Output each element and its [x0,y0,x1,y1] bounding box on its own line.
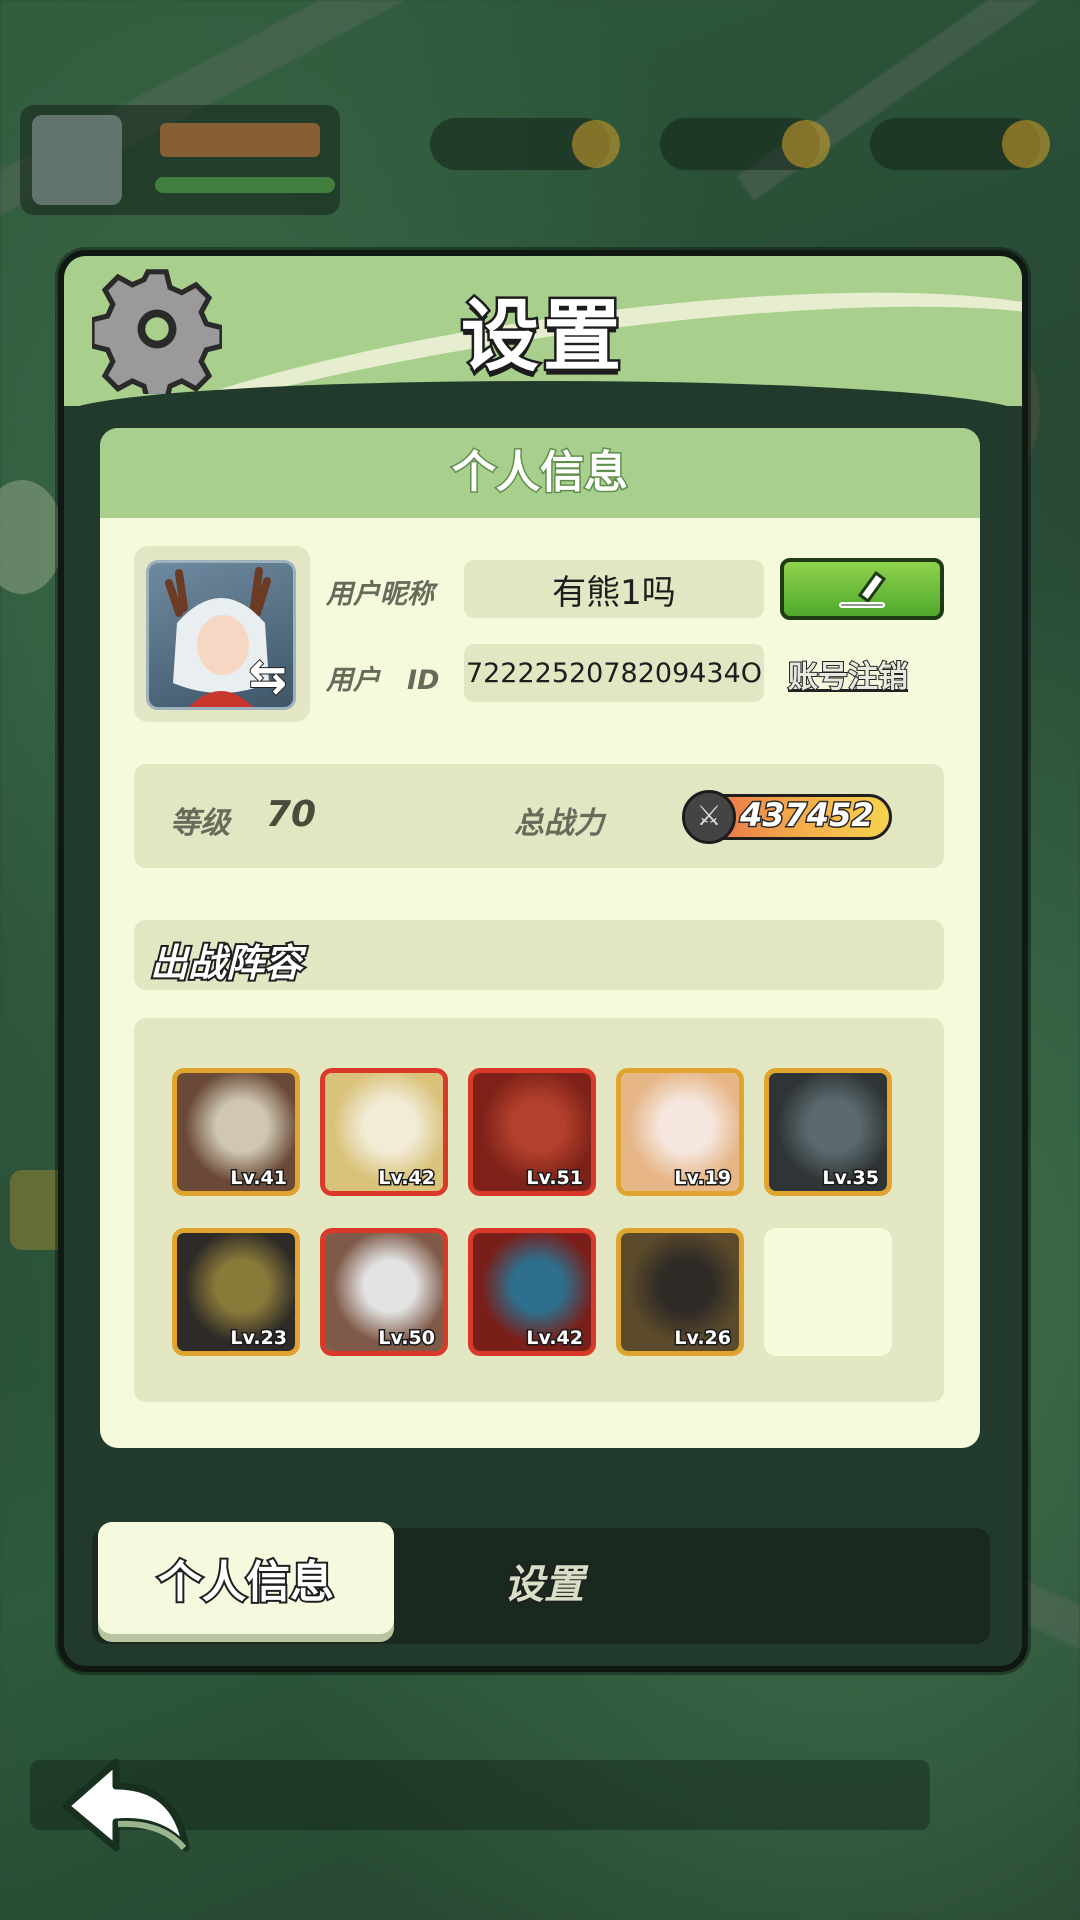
stats-bar: 等级 70 总战力 ⚔ 437452 [134,764,944,868]
hero-slot[interactable]: Lv.35 [764,1068,892,1196]
hero-slot[interactable]: Lv.51 [468,1068,596,1196]
modal-title: 设置 [458,290,625,385]
back-arrow-icon[interactable] [58,1752,194,1862]
hero-slot[interactable]: Lv.50 [320,1228,448,1356]
tab-profile[interactable]: 个人信息 [98,1522,394,1634]
modal-header: 设置 [64,256,1022,406]
resource-bar-gems [660,118,830,170]
user-id-label: 用户 ID [326,665,440,696]
swap-avatar-icon[interactable]: ⇆ [247,648,288,704]
hero-slot[interactable]: Lv.42 [468,1228,596,1356]
lineup-grid: Lv.41 Lv.42 Lv.51 Lv.19 Lv.35 Lv.23 Lv.50 Lv.42… [134,1018,944,1402]
hero-level: Lv.50 [377,1326,437,1351]
resource-bar-gold [870,118,1050,170]
hero-level: Lv.42 [377,1166,437,1191]
hero-slot[interactable]: Lv.41 [172,1068,300,1196]
edit-nickname-button[interactable] [780,558,944,620]
hero-level: Lv.42 [525,1326,585,1351]
player-info-bar[interactable] [20,105,340,215]
level-value: 70 [266,794,317,835]
hero-slot[interactable]: Lv.42 [320,1068,448,1196]
avatar[interactable]: ⇆ [146,560,296,710]
resource-bar-stamina [430,118,620,170]
lineup-title: 出战阵容 [148,939,304,987]
hero-level: Lv.35 [821,1166,881,1191]
hero-slot[interactable]: Lv.19 [616,1068,744,1196]
level-label: 等级 [170,806,230,841]
empty-hero-slot[interactable] [764,1228,892,1356]
hero-level: Lv.26 [673,1326,733,1351]
power-badge: ⚔ 437452 [682,790,912,844]
crossed-swords-icon: ⚔ [682,790,736,844]
tab-settings[interactable]: 设置 [503,1552,586,1610]
hero-level: Lv.51 [525,1166,585,1191]
hero-level: Lv.19 [673,1166,733,1191]
hero-slot[interactable]: Lv.26 [616,1228,744,1356]
profile-panel: 个人信息 ⇆ 用户昵称 有熊1吗 用户 ID 7222252078209434O… [100,428,980,1448]
cancel-account-link[interactable]: 账号注销 [787,652,909,696]
power-label: 总战力 [514,806,604,841]
hero-level: Lv.23 [229,1326,289,1351]
hero-level: Lv.41 [229,1166,289,1191]
settings-modal: 设置 个人信息 ⇆ 用户昵称 有熊1吗 用户 ID 72222520782094… [58,250,1028,1672]
lineup-header: 出战阵容 [134,920,944,990]
user-id-field: 7222252078209434O [464,644,764,702]
section-title: 个人信息 [100,428,980,518]
avatar-frame[interactable]: ⇆ [134,546,310,722]
pencil-icon [839,570,887,608]
nickname-field: 有熊1吗 [464,560,764,618]
power-value: 437452 [739,795,876,836]
nickname-label: 用户昵称 [326,579,434,610]
hero-slot[interactable]: Lv.23 [172,1228,300,1356]
